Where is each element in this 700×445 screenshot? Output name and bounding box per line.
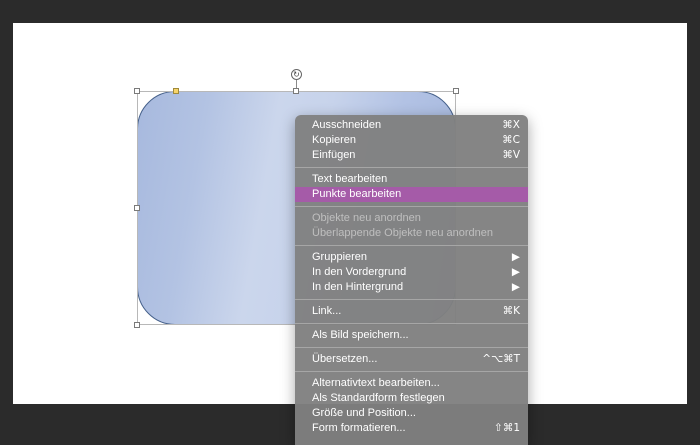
menu-item-rearrange-objects: Objekte neu anordnen — [295, 211, 528, 226]
resize-handle-bottom-left[interactable] — [134, 322, 140, 328]
menu-separator — [295, 299, 528, 300]
menu-item-format-shape[interactable]: Form formatieren... ⇧⌘1 — [295, 421, 528, 436]
menu-item-link[interactable]: Link... ⌘K — [295, 304, 528, 319]
menu-item-rearrange-overlapping: Überlappende Objekte neu anordnen — [295, 226, 528, 241]
resize-handle-left[interactable] — [134, 205, 140, 211]
menu-item-label: Form formatieren... — [312, 422, 406, 434]
menu-item-label: In den Vordergrund — [312, 266, 407, 278]
menu-separator — [295, 245, 528, 246]
menu-item-label: Link... — [312, 305, 342, 317]
menu-item-cut[interactable]: Ausschneiden ⌘X — [295, 118, 528, 133]
menu-item-label: Gruppieren — [312, 251, 368, 263]
menu-item-label: Größe und Position... — [312, 407, 416, 419]
shortcut-label: ⌘V — [502, 149, 520, 161]
menu-item-label: Als Standardform festlegen — [312, 392, 445, 404]
resize-handle-top[interactable] — [293, 88, 299, 94]
menu-item-paste[interactable]: Einfügen ⌘V — [295, 148, 528, 163]
corner-radius-adjust-handle[interactable] — [173, 88, 179, 94]
menu-item-edit-text[interactable]: Text bearbeiten — [295, 172, 528, 187]
menu-item-label: Ausschneiden — [312, 119, 382, 131]
menu-item-label: Als Bild speichern... — [312, 329, 409, 341]
menu-item-bring-to-front[interactable]: In den Vordergrund ▶ — [295, 265, 528, 280]
submenu-arrow-icon: ▶ — [511, 281, 520, 293]
menu-separator — [295, 347, 528, 348]
rotate-handle-icon[interactable]: ↻ — [291, 69, 302, 80]
menu-item-save-as-picture[interactable]: Als Bild speichern... — [295, 328, 528, 343]
shortcut-label: ⌘X — [502, 119, 520, 131]
menu-item-label: Text bearbeiten — [312, 173, 388, 185]
shortcut-label: ⌘K — [502, 305, 520, 317]
resize-handle-top-left[interactable] — [134, 88, 140, 94]
menu-item-set-default-shape[interactable]: Als Standardform festlegen — [295, 391, 528, 406]
menu-item-copy[interactable]: Kopieren ⌘C — [295, 133, 528, 148]
menu-item-label: Kopieren — [312, 134, 357, 146]
menu-item-send-to-back[interactable]: In den Hintergrund ▶ — [295, 280, 528, 295]
shortcut-label: ⌘C — [502, 134, 520, 146]
context-menu: Ausschneiden ⌘X Kopieren ⌘C Einfügen ⌘V Tex… — [295, 115, 528, 445]
submenu-arrow-icon: ▶ — [511, 251, 520, 263]
menu-item-size-and-position[interactable]: Größe und Position... — [295, 406, 528, 421]
menu-separator — [295, 371, 528, 372]
menu-item-label: Punkte bearbeiten — [312, 188, 402, 200]
menu-separator — [295, 206, 528, 207]
menu-item-label: Alternativtext bearbeiten... — [312, 377, 440, 389]
menu-item-label: Einfügen — [312, 149, 356, 161]
menu-item-edit-alt-text[interactable]: Alternativtext bearbeiten... — [295, 376, 528, 391]
app-window: ↻ Ausschneiden ⌘X Kopieren ⌘C Einfügen ⌘V T… — [0, 0, 700, 445]
submenu-arrow-icon: ▶ — [511, 266, 520, 278]
menu-item-label: In den Hintergrund — [312, 281, 404, 293]
menu-item-edit-points[interactable]: Punkte bearbeiten — [295, 187, 528, 202]
menu-separator — [295, 167, 528, 168]
resize-handle-top-right[interactable] — [453, 88, 459, 94]
menu-item-label: Objekte neu anordnen — [312, 212, 421, 224]
menu-item-group[interactable]: Gruppieren ▶ — [295, 250, 528, 265]
shortcut-label: ⇧⌘1 — [494, 422, 520, 434]
menu-separator — [295, 323, 528, 324]
menu-item-translate[interactable]: Übersetzen... ^⌥⌘T — [295, 352, 528, 367]
menu-item-label: Übersetzen... — [312, 353, 378, 365]
shortcut-label: ^⌥⌘T — [482, 353, 520, 365]
menu-item-label: Überlappende Objekte neu anordnen — [312, 227, 494, 239]
